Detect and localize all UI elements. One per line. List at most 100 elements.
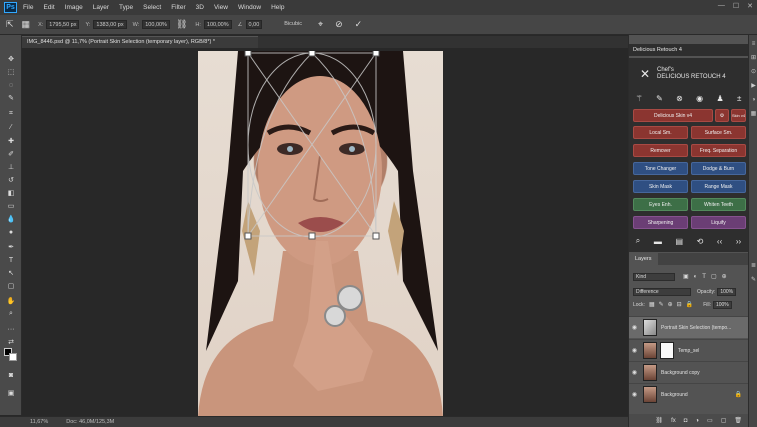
channels-panel-icon[interactable]: ≣ xyxy=(750,263,757,270)
interpolation-select[interactable]: Bicubic xyxy=(282,20,304,29)
adjustments-panel-icon[interactable]: ◑ xyxy=(750,97,757,104)
fx-icon[interactable]: fx xyxy=(671,418,676,424)
layer-row[interactable]: ◉ Background copy xyxy=(629,361,748,383)
brush-tool-icon[interactable]: ✐ xyxy=(5,150,17,158)
sharpening-button[interactable]: Sharpening xyxy=(633,216,688,229)
freq-separation-button[interactable]: Freq. Separation xyxy=(691,144,746,157)
eye-icon[interactable]: ◉ xyxy=(696,94,703,103)
stack-icon[interactable]: ▤ xyxy=(675,237,683,246)
visibility-eye-icon[interactable]: ◉ xyxy=(629,324,640,331)
visibility-eye-icon[interactable]: ◉ xyxy=(629,369,640,376)
delicious-skin-button[interactable]: Delicious Skin v4 xyxy=(633,109,713,122)
actions-panel-icon[interactable]: ▶ xyxy=(750,83,757,90)
hand-tool-icon[interactable]: ✋ xyxy=(5,297,17,305)
zoom-tool-icon[interactable]: ⌕ xyxy=(5,310,17,318)
gradient-tool-icon[interactable]: ▭ xyxy=(5,202,17,210)
wand-icon[interactable]: ⚚ xyxy=(636,94,643,103)
eyes-enh-button[interactable]: Eyes Enh. xyxy=(633,198,688,211)
swatches-panel-icon[interactable]: ▦ xyxy=(750,111,757,118)
history-panel-icon[interactable]: ⊞ xyxy=(750,55,757,62)
minimize-button[interactable]: — xyxy=(718,2,725,10)
brush-icon[interactable]: ✎ xyxy=(656,94,663,103)
screen-mode-icon[interactable]: ▣ xyxy=(5,389,17,397)
plus-minus-icon[interactable]: ± xyxy=(737,94,741,103)
zoom-icon[interactable]: ⌕ xyxy=(636,236,640,246)
eraser-tool-icon[interactable]: ◧ xyxy=(5,189,17,197)
whiten-teeth-button[interactable]: Whiten Teeth xyxy=(691,198,746,211)
dodge-tool-icon[interactable]: ● xyxy=(5,228,17,236)
portrait-photo[interactable] xyxy=(198,51,443,417)
eyedropper-tool-icon[interactable]: ⁄ xyxy=(5,123,17,131)
history-brush-tool-icon[interactable]: ↺ xyxy=(5,176,17,184)
trash-icon[interactable]: 🗑 xyxy=(734,417,742,424)
next-icon[interactable]: ›› xyxy=(736,237,741,246)
clone-stamp-tool-icon[interactable]: ⊥ xyxy=(5,163,17,171)
delicious-retouch-tab[interactable]: Delicious Retouch 4 xyxy=(629,44,748,56)
cancel-icon[interactable]: ⊘ xyxy=(335,19,343,30)
move-tool-icon[interactable]: ✥ xyxy=(5,55,17,63)
visibility-eye-icon[interactable]: ◉ xyxy=(629,391,640,398)
lock-options-icons[interactable]: ▦✎⊕⊟🔒 xyxy=(649,301,697,308)
link-icon[interactable]: ⛓ xyxy=(176,19,187,30)
liquify-button[interactable]: Liquify xyxy=(691,216,746,229)
menu-view[interactable]: View xyxy=(214,4,228,11)
quick-mask-icon[interactable]: ◙ xyxy=(5,371,17,379)
commit-icon[interactable]: ✓ xyxy=(355,19,363,30)
healing-tool-icon[interactable]: ✚ xyxy=(5,137,17,145)
height-field[interactable]: 100,00% xyxy=(203,20,232,29)
link-layers-icon[interactable]: ⛓ xyxy=(655,417,663,424)
close-button[interactable]: ✕ xyxy=(747,2,753,10)
layer-row[interactable]: ◉ Portrait Skin Selection (tempo... xyxy=(629,316,748,338)
menu-window[interactable]: Window xyxy=(238,4,261,11)
menu-type[interactable]: Type xyxy=(119,4,133,11)
reset-icon[interactable]: ⟲ xyxy=(697,237,704,246)
maximize-button[interactable]: ☐ xyxy=(733,2,739,10)
blend-mode-select[interactable]: Difference xyxy=(633,287,691,296)
background-color-swatch[interactable] xyxy=(9,353,17,361)
type-tool-icon[interactable]: T xyxy=(5,256,17,264)
zoom-readout[interactable]: 11,67% xyxy=(30,419,48,425)
document-tab[interactable]: IMG_8446.psd @ 11,7% (Portrait Skin Sele… xyxy=(22,36,258,48)
filter-type-icons[interactable]: ▣◐T▢⊕ xyxy=(683,273,732,280)
menu-file[interactable]: File xyxy=(23,4,33,11)
menu-layer[interactable]: Layer xyxy=(93,4,109,11)
x-field[interactable]: 1795,50 px xyxy=(46,20,80,29)
local-sm-button[interactable]: Local Sm. xyxy=(633,126,688,139)
stamp-icon[interactable]: ⊗ xyxy=(676,94,683,103)
surface-sm-button[interactable]: Surface Sm. xyxy=(691,126,746,139)
crop-tool-icon[interactable]: ⌗ xyxy=(5,110,17,118)
blur-tool-icon[interactable]: 💧 xyxy=(5,215,17,223)
prev-icon[interactable]: ‹‹ xyxy=(717,237,722,246)
path-select-tool-icon[interactable]: ↖ xyxy=(5,269,17,277)
fill-field[interactable]: 100% xyxy=(712,300,732,309)
warp-icon[interactable]: ⌖ xyxy=(318,19,323,30)
menu-filter[interactable]: Filter xyxy=(171,4,185,11)
new-group-icon[interactable]: ▭ xyxy=(707,417,713,424)
skin-v4-badge[interactable]: Skin v4 xyxy=(731,109,746,122)
skin-options-icon[interactable]: ⚙ xyxy=(715,109,729,122)
reference-point-icon[interactable]: ▦ xyxy=(22,19,31,30)
angle-field[interactable]: 0,00 xyxy=(245,20,263,29)
menu-help[interactable]: Help xyxy=(271,4,284,11)
transform-tool-icon[interactable]: ⇱ xyxy=(6,19,14,30)
shape-tool-icon[interactable]: ▢ xyxy=(5,282,17,290)
paths-panel-icon[interactable]: ✎ xyxy=(750,277,757,284)
range-mask-button[interactable]: Range Mask xyxy=(691,180,746,193)
new-layer-icon[interactable]: ▢ xyxy=(721,417,727,424)
quick-select-tool-icon[interactable]: ✎ xyxy=(5,94,17,102)
swap-colors-icon[interactable]: ⇄ xyxy=(5,338,17,346)
tone-changer-button[interactable]: Tone Changer xyxy=(633,162,688,175)
grid-icon[interactable]: ▬ xyxy=(654,237,662,246)
skin-mask-button[interactable]: Skin Mask xyxy=(633,180,688,193)
adjustment-layer-icon[interactable]: ◑ xyxy=(695,418,699,424)
properties-panel-icon[interactable]: ⊙ xyxy=(750,69,757,76)
more-tools-icon[interactable]: ··· xyxy=(5,325,17,333)
marquee-tool-icon[interactable]: ⬚ xyxy=(5,68,17,76)
opacity-field[interactable]: 100% xyxy=(717,287,737,296)
person-icon[interactable]: ♟ xyxy=(716,94,723,103)
visibility-eye-icon[interactable]: ◉ xyxy=(629,347,640,354)
remover-button[interactable]: Remover xyxy=(633,144,688,157)
menu-select[interactable]: Select xyxy=(143,4,161,11)
layer-row[interactable]: ◉ Temp_sel xyxy=(629,339,748,361)
dodge-burn-button[interactable]: Dodge & Burn xyxy=(691,162,746,175)
